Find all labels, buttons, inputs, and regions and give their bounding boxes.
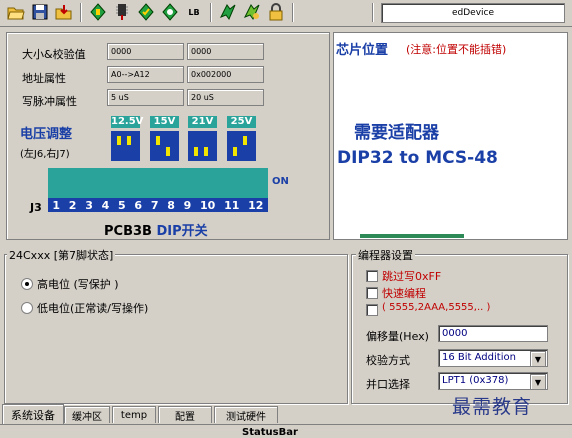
checksum-method-value: 16 Bit Addition (442, 352, 516, 363)
tab-buffer[interactable]: 缓冲区 (64, 406, 110, 423)
j3-label: J3 (30, 201, 42, 214)
jumper-15v[interactable] (150, 131, 179, 161)
dip-number: 8 (167, 198, 175, 212)
skip-ff-label[interactable]: 跳过写0xFF (382, 268, 441, 284)
dip-number: 11 (224, 198, 240, 212)
address-size-field: 0x002000 (187, 66, 264, 83)
dip-number: 6 (134, 198, 143, 212)
jumper-25v[interactable] (227, 131, 256, 161)
pcb-name: PCB3B (104, 224, 152, 239)
dip-number: 3 (85, 198, 93, 212)
size-value-field: 0000 (107, 43, 184, 60)
pcb-dip-switch-title: PCB3B DIP开关 (104, 220, 208, 239)
sequence-checkbox[interactable] (366, 304, 378, 316)
dip-number: 10 (200, 198, 216, 212)
pin7-high-radio[interactable] (21, 278, 33, 290)
toolbar-separator (210, 3, 212, 22)
size-checksum-label: 大小&校验值 (22, 48, 86, 61)
pin7-low-label[interactable]: 低电位(正常读/写操作) (37, 300, 148, 316)
tab-test-hardware[interactable]: 测试硬件 (214, 406, 278, 423)
voltage-label-25v: 25V (227, 116, 256, 128)
offset-label: 偏移量(Hex) (366, 330, 429, 343)
jumper-12v5[interactable] (111, 131, 140, 161)
device-name-box: edDevice (381, 3, 565, 23)
toolbar-separator (372, 3, 374, 22)
adapter-model-text: DIP32 to MCS-48 (337, 148, 498, 168)
voltage-jumper-hint: (左J6,右J7) (20, 149, 70, 160)
dip-number: 2 (68, 198, 77, 212)
chip-socket-edge (360, 234, 464, 238)
chip-position-warning: (注意:位置不能插错) (406, 43, 507, 56)
erase-icon[interactable] (218, 2, 238, 22)
pcb-switch-word: 开关 (181, 224, 208, 239)
voltage-adjust-title: 电压调整 (20, 127, 73, 142)
dip-switch-body (48, 168, 268, 198)
checksum-method-select[interactable]: 16 Bit Addition ▼ (438, 349, 548, 367)
verify-icon[interactable] (136, 2, 156, 22)
toolbar: LB edDevice (0, 0, 572, 27)
toolbar-separator (80, 3, 82, 22)
dip-number: 4 (101, 198, 110, 212)
chip-position-title: 芯片位置 (336, 43, 389, 58)
dip-on-label: ON (272, 176, 289, 187)
watermark-logo: 最需教育 (452, 396, 533, 418)
checksum-value-field: 0000 (187, 43, 264, 60)
write-pulse-label: 写脉冲属性 (22, 95, 77, 108)
pcb-dip-word: DIP (156, 224, 182, 239)
dip-number: 12 (248, 198, 264, 212)
save-icon[interactable] (30, 2, 50, 22)
voltage-label-21v: 21V (188, 116, 217, 128)
voltage-label-15v: 15V (150, 116, 179, 128)
status-bar-text: StatusBar (242, 427, 298, 438)
write-pulse-max-field: 20 uS (187, 89, 264, 106)
read-icon[interactable] (88, 2, 108, 22)
sequence-label[interactable]: ( 5555,2AAA,5555,.. ) (382, 302, 490, 313)
dip-switch-numbers: 1 2 3 4 5 6 7 8 9 10 11 12 (48, 198, 268, 212)
jumper-21v[interactable] (188, 131, 217, 161)
checksum-method-label: 校验方式 (366, 354, 410, 367)
dip-number: 5 (118, 198, 126, 212)
parallel-port-label: 并口选择 (366, 378, 410, 391)
fast-program-checkbox[interactable] (366, 287, 378, 299)
dip-number: 7 (150, 198, 159, 212)
program-icon[interactable] (112, 2, 132, 22)
fast-program-label[interactable]: 快速编程 (382, 285, 426, 301)
chevron-down-icon[interactable]: ▼ (530, 351, 546, 367)
dip-number: 9 (183, 198, 192, 212)
open-icon[interactable] (6, 2, 26, 22)
dip-number: 1 (52, 198, 61, 212)
skip-ff-checkbox[interactable] (366, 270, 378, 282)
pin7-low-radio[interactable] (21, 302, 33, 314)
toolbar-separator (292, 3, 294, 22)
lock-icon[interactable] (266, 2, 286, 22)
pin7-high-label[interactable]: 高电位 (写保护 ) (37, 276, 119, 292)
load-icon[interactable] (54, 2, 74, 22)
chevron-down-icon[interactable]: ▼ (530, 374, 546, 390)
adapter-required-text: 需要适配器 (354, 123, 439, 143)
blank-check-icon[interactable] (160, 2, 180, 22)
address-range-field: A0-->A12 (107, 66, 184, 83)
tab-system-device[interactable]: 系统设备 (2, 404, 64, 424)
address-label: 地址属性 (22, 72, 66, 85)
pin7-group-title: 24Cxxx [第7脚状态] (7, 247, 116, 263)
offset-input[interactable]: 0000 (438, 325, 548, 342)
parallel-port-select[interactable]: LPT1 (0x378) ▼ (438, 372, 548, 390)
lb-icon[interactable]: LB (184, 2, 204, 22)
voltage-label-12v5: 12.5V (111, 116, 144, 128)
parallel-port-value: LPT1 (0x378) (442, 375, 509, 386)
auto-icon[interactable] (242, 2, 262, 22)
tab-temp[interactable]: temp (112, 406, 156, 423)
programmer-settings-title: 编程器设置 (356, 247, 415, 263)
tab-config[interactable]: 配置 (158, 406, 212, 423)
write-pulse-min-field: 5 uS (107, 89, 184, 106)
